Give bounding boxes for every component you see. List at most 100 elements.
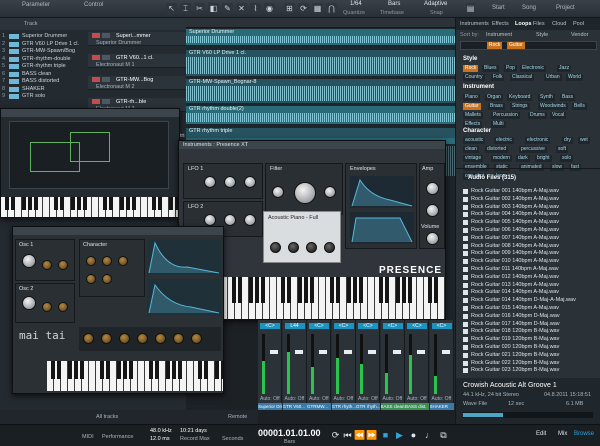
fx-knob-1[interactable] bbox=[83, 333, 94, 344]
tab-instruments[interactable]: Instruments bbox=[460, 21, 489, 27]
fx-knob-7[interactable] bbox=[191, 333, 202, 344]
track-row[interactable]: 3 GTR-MW-Spawn/Bog bbox=[0, 48, 84, 55]
automation-mode[interactable]: Auto: Off bbox=[334, 396, 354, 402]
osc2-fine-knob[interactable] bbox=[42, 302, 52, 312]
osc1-pitch-knob[interactable] bbox=[22, 254, 36, 268]
list-item[interactable]: Rock Guitar 017 140bpm D-Maj.wav bbox=[463, 321, 598, 328]
eraser-tool-icon[interactable]: ◧ bbox=[208, 3, 219, 14]
track-row[interactable]: 5 GTR-rhythm triple bbox=[0, 63, 84, 70]
edit-tab[interactable]: Edit bbox=[536, 431, 546, 437]
osc1-level-knob[interactable] bbox=[58, 260, 68, 270]
mixer-channel-strip[interactable]: <C> Auto: Off BASS dist. bbox=[405, 320, 429, 410]
tag-urban[interactable]: Urban bbox=[544, 74, 562, 81]
fx-knob-4[interactable] bbox=[137, 333, 148, 344]
volume-fader[interactable] bbox=[294, 350, 303, 354]
tag-distorted[interactable]: distorted bbox=[485, 146, 509, 153]
pan-control[interactable]: <C> bbox=[407, 323, 427, 329]
list-item[interactable]: Rock Guitar 021 120bpm B-Maj.wav bbox=[463, 352, 598, 359]
loop-toggle-icon[interactable]: ⟳ bbox=[298, 3, 309, 14]
timebase-select[interactable]: Bars bbox=[388, 1, 400, 9]
list-item[interactable]: Rock Guitar 016 140bpm D-Maj.wav bbox=[463, 313, 598, 320]
start-label[interactable]: Start bbox=[492, 5, 505, 11]
clip-gtr-rhythm-double[interactable]: GTR rhythm double(2) bbox=[186, 106, 455, 124]
envelope-graph-2[interactable] bbox=[350, 212, 414, 244]
pan-control[interactable]: <C> bbox=[260, 323, 280, 329]
tag-dry[interactable]: dry bbox=[562, 137, 573, 144]
tag-country[interactable]: Country bbox=[463, 74, 485, 81]
play-icon[interactable]: ▶ bbox=[394, 430, 405, 441]
tag-percussion[interactable]: Percussion bbox=[491, 112, 520, 119]
lfo2-depth-knob[interactable] bbox=[224, 214, 236, 226]
midi-label[interactable]: MIDI bbox=[82, 434, 94, 440]
tag-guitar[interactable]: Guitar bbox=[463, 103, 481, 110]
lfo2-phase-knob[interactable] bbox=[244, 214, 256, 226]
stop-icon[interactable]: ■ bbox=[380, 430, 391, 441]
loop-icon[interactable]: ⟳ bbox=[330, 430, 341, 441]
split-tool-icon[interactable]: ✂ bbox=[194, 3, 205, 14]
track-row[interactable]: 1 Superior Drummer bbox=[0, 33, 84, 40]
tag-wet[interactable]: wet bbox=[578, 137, 590, 144]
tag-dark[interactable]: dark bbox=[516, 155, 530, 162]
mix-tab[interactable]: Mix bbox=[558, 431, 567, 437]
mixer-channel-strip[interactable]: <C> Auto: Off SHAKER bbox=[429, 320, 454, 410]
tag-bells[interactable]: Bells bbox=[572, 103, 587, 110]
tab-loops[interactable]: Loops bbox=[515, 21, 532, 27]
track-row[interactable]: 2 GTR V60 LP Drive 1 cl. bbox=[0, 41, 84, 48]
character-knob-1[interactable] bbox=[86, 256, 96, 266]
list-item[interactable]: Rock Guitar 013 140bpm A-Maj.wav bbox=[463, 282, 598, 289]
preset-display[interactable]: Acoustic Piano - Full bbox=[263, 211, 341, 263]
project-label[interactable]: Project bbox=[556, 5, 575, 11]
rewind-to-start-icon[interactable]: ⏮ bbox=[342, 430, 353, 441]
tag-soft[interactable]: soft bbox=[556, 146, 569, 153]
list-item[interactable]: Rock Guitar 009 140bpm A-Maj.wav bbox=[463, 250, 598, 257]
search-tag-guitar[interactable]: Guitar bbox=[507, 42, 525, 49]
range-tool-icon[interactable]: ⌶ bbox=[180, 3, 191, 14]
filter-drive-knob[interactable] bbox=[324, 186, 336, 198]
audio-files-heading[interactable]: Audio Files (315) bbox=[468, 175, 516, 181]
tag-modern[interactable]: modern bbox=[491, 155, 512, 162]
mixer-channel-strip[interactable]: <C> Auto: Off GTR rhyth... bbox=[356, 320, 380, 410]
tag-solo[interactable]: solo bbox=[560, 155, 574, 162]
pan-control[interactable]: <C> bbox=[309, 323, 329, 329]
automation-mode[interactable]: Auto: Off bbox=[432, 396, 452, 402]
pan-control[interactable]: <C> bbox=[358, 323, 378, 329]
mute-tool-icon[interactable]: ✕ bbox=[236, 3, 247, 14]
tag-blues[interactable]: Blues bbox=[482, 65, 499, 72]
mai-tai-titlebar[interactable] bbox=[13, 227, 223, 235]
automation-mode[interactable]: Auto: Off bbox=[260, 396, 280, 402]
list-item[interactable]: Rock Guitar 006 140bpm A-Maj.wav bbox=[463, 227, 598, 234]
list-item[interactable]: Rock Guitar 002 140bpm A-Maj.wav bbox=[463, 196, 598, 203]
lfo1-depth-knob[interactable] bbox=[224, 176, 236, 188]
clip-gtr-mw[interactable]: GTR-MW-Spawn_Bognar-8 bbox=[186, 79, 455, 103]
mixer-channel-strip[interactable]: <C> Auto: Off BASS clean bbox=[380, 320, 405, 410]
osc1-fine-knob[interactable] bbox=[42, 260, 52, 270]
tag-mallets[interactable]: Mallets bbox=[463, 112, 483, 119]
list-item[interactable]: Rock Guitar 004 140bpm A-Maj.wav bbox=[463, 211, 598, 218]
track-row[interactable]: 9 GTR solo bbox=[0, 93, 84, 100]
tag-drums[interactable]: Drums bbox=[528, 112, 547, 119]
tag-electronic[interactable]: electronic bbox=[525, 137, 551, 144]
pan-control[interactable]: <C> bbox=[382, 323, 403, 329]
monitor-icon[interactable] bbox=[102, 99, 110, 104]
pencil-tool-icon[interactable]: ✎ bbox=[222, 3, 233, 14]
tag-world[interactable]: World bbox=[566, 74, 583, 81]
grid-icon[interactable]: ▦ bbox=[312, 3, 323, 14]
mai-tai-window[interactable]: Osc 1 Osc 2 mai tai Character bbox=[12, 226, 224, 394]
filter-res-knob[interactable] bbox=[272, 186, 284, 198]
listen-tool-icon[interactable]: ◉ bbox=[264, 3, 275, 14]
channel-editor-window[interactable] bbox=[0, 108, 180, 218]
tag-vocal[interactable]: Vocal bbox=[550, 112, 567, 119]
tag-rock[interactable]: Rock bbox=[463, 65, 479, 72]
list-item[interactable]: Rock Guitar 001 140bpm A-Maj.wav bbox=[463, 188, 598, 195]
automation-mode[interactable]: Auto: Off bbox=[383, 396, 403, 402]
list-item[interactable]: Rock Guitar 003 140bpm A-Maj.wav bbox=[463, 204, 598, 211]
mixer-channel-strip[interactable]: <C> Auto: OffSuperior Drummer bbox=[258, 320, 282, 410]
record-arm-icon[interactable] bbox=[92, 33, 100, 38]
envelope-graph-1[interactable] bbox=[350, 176, 414, 208]
snap-select[interactable]: Adaptive bbox=[424, 1, 447, 9]
pan-control[interactable]: <C> bbox=[333, 323, 354, 329]
list-item[interactable]: Rock Guitar 007 140bpm A-Maj.wav bbox=[463, 235, 598, 242]
tag-keyboard[interactable]: Keyboard bbox=[507, 94, 533, 101]
mixer-channel-strip[interactable]: <C> Auto: Off GTR rhyth... bbox=[331, 320, 356, 410]
punch-icon[interactable]: ⧉ bbox=[438, 430, 449, 441]
